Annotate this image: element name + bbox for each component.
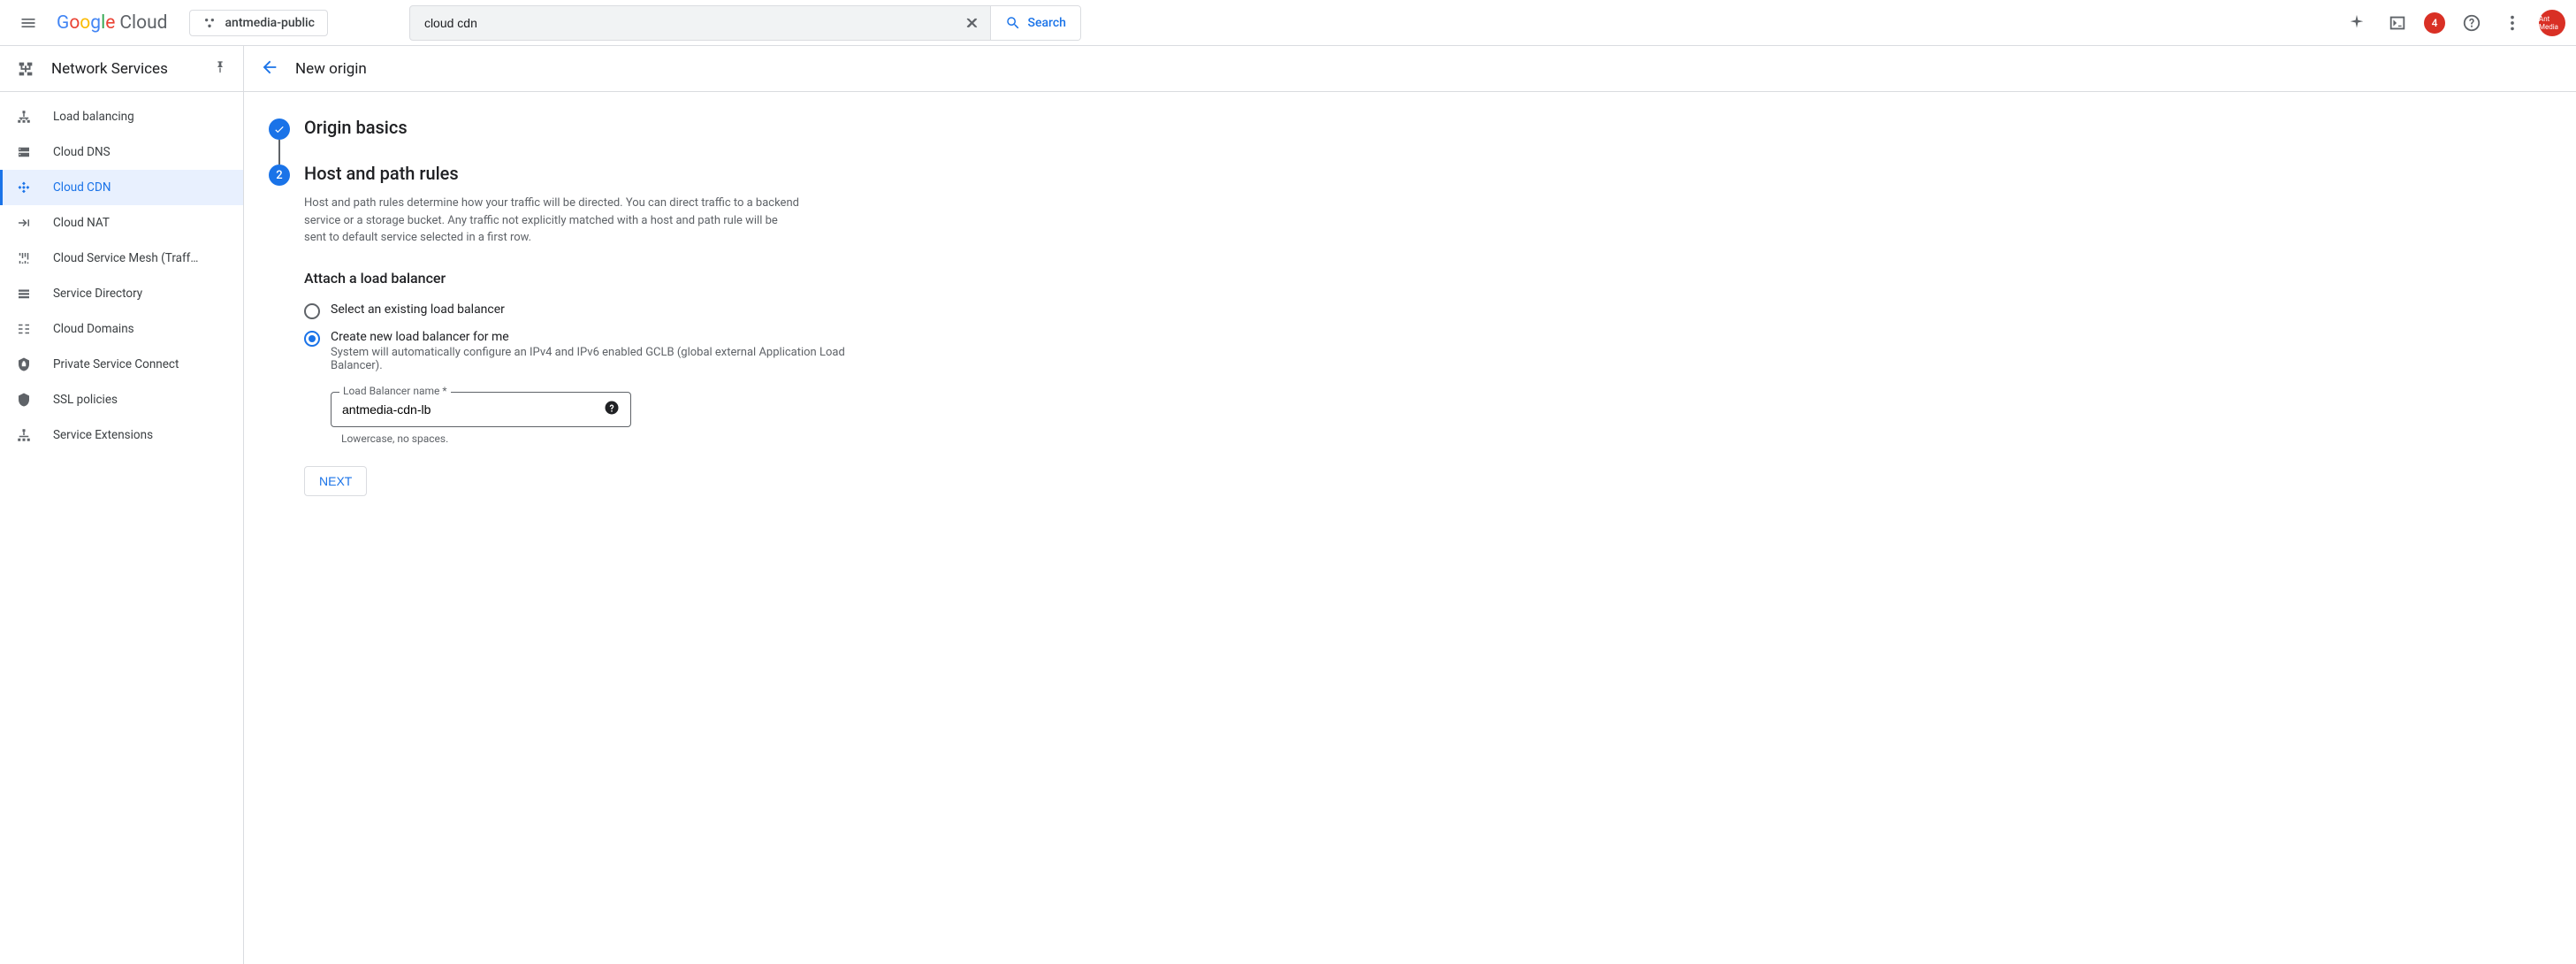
menu-button[interactable]	[11, 5, 46, 41]
lb-name-input[interactable]	[342, 402, 604, 417]
next-button[interactable]: NEXT	[304, 466, 367, 496]
radio-input	[304, 303, 320, 319]
page-header: New origin	[244, 46, 2576, 92]
load-balancing-icon	[16, 109, 32, 125]
back-button[interactable]	[260, 57, 279, 80]
notifications-badge[interactable]: 4	[2424, 12, 2445, 34]
mesh-icon	[16, 250, 32, 266]
hamburger-icon	[19, 14, 37, 32]
step-host-path-rules: 2 Host and path rules Host and path rule…	[269, 163, 891, 517]
sidebar-header: Network Services	[0, 46, 243, 92]
help-icon	[2462, 13, 2481, 33]
domains-icon	[16, 321, 32, 337]
radio-existing-lb[interactable]: Select an existing load balancer	[304, 302, 891, 319]
more-vert-icon	[2503, 13, 2522, 33]
extensions-icon	[16, 427, 32, 443]
gemini-button[interactable]	[2343, 9, 2371, 37]
sidebar: Network Services Load balancing Cloud DN…	[0, 46, 244, 964]
step2-marker: 2	[269, 164, 290, 186]
lb-name-label: Load Balancer name *	[339, 385, 451, 397]
step2-title: Host and path rules	[304, 163, 891, 184]
nav-cloud-nat[interactable]: Cloud NAT	[0, 205, 243, 241]
step-origin-basics: Origin basics	[269, 117, 891, 163]
lb-name-hint: Lowercase, no spaces.	[341, 432, 631, 445]
nav-cloud-domains[interactable]: Cloud Domains	[0, 311, 243, 347]
lb-name-help[interactable]	[604, 400, 620, 419]
nav-service-directory[interactable]: Service Directory	[0, 276, 243, 311]
sidebar-title: Network Services	[51, 60, 197, 78]
searchbox: Search	[409, 5, 1081, 41]
dns-icon	[16, 144, 32, 160]
search-icon	[1005, 15, 1021, 31]
help-button[interactable]	[2458, 9, 2486, 37]
sparkle-icon	[2347, 13, 2366, 33]
cloud-shell-button[interactable]	[2383, 9, 2412, 37]
attach-lb-title: Attach a load balancer	[304, 270, 891, 287]
nav-ssl-policies[interactable]: SSL policies	[0, 382, 243, 417]
nav-service-mesh[interactable]: Cloud Service Mesh (Traff…	[0, 241, 243, 276]
topbar: Google Cloud antmedia-public Search 4 An…	[0, 0, 2576, 46]
sidebar-nav: Load balancing Cloud DNS Cloud CDN Cloud…	[0, 92, 243, 460]
nav-load-balancing[interactable]: Load balancing	[0, 99, 243, 134]
account-avatar[interactable]: Ant Media	[2539, 10, 2565, 36]
google-cloud-logo[interactable]: Google Cloud	[57, 12, 168, 34]
nat-icon	[16, 215, 32, 231]
more-button[interactable]	[2498, 9, 2526, 37]
ssl-icon	[16, 392, 32, 408]
arrow-back-icon	[260, 57, 279, 77]
step1-title: Origin basics	[304, 117, 891, 138]
step1-marker[interactable]	[269, 119, 290, 140]
step2-description: Host and path rules determine how your t…	[304, 195, 799, 247]
nav-cloud-cdn[interactable]: Cloud CDN	[0, 170, 243, 205]
search-clear-button[interactable]	[955, 6, 990, 40]
nav-service-extensions[interactable]: Service Extensions	[0, 417, 243, 453]
pin-button[interactable]	[213, 60, 227, 78]
close-icon	[964, 15, 980, 31]
pin-icon	[213, 60, 227, 74]
terminal-icon	[2388, 13, 2407, 33]
help-filled-icon	[604, 400, 620, 416]
search-button[interactable]: Search	[990, 6, 1080, 40]
topbar-right: 4 Ant Media	[2343, 9, 2565, 37]
radio-input	[304, 331, 320, 347]
nav-private-service-connect[interactable]: Private Service Connect	[0, 347, 243, 382]
stepper: Origin basics 2 Host and path rules Host…	[244, 92, 916, 542]
search-input[interactable]	[410, 6, 955, 40]
project-picker[interactable]: antmedia-public	[189, 10, 328, 36]
project-picker-icon	[202, 16, 217, 30]
psc-icon	[16, 356, 32, 372]
main: New origin Origin basics 2 Host and path…	[244, 46, 2576, 964]
radio-create-lb[interactable]: Create new load balancer for me System w…	[304, 330, 891, 372]
lb-radio-group: Select an existing load balancer Create …	[304, 302, 891, 372]
directory-icon	[16, 286, 32, 302]
nav-cloud-dns[interactable]: Cloud DNS	[0, 134, 243, 170]
project-name: antmedia-public	[225, 16, 315, 30]
page-title: New origin	[295, 60, 367, 78]
lb-name-field: Load Balancer name * Lowercase, no space…	[331, 392, 631, 445]
cdn-icon	[16, 180, 32, 195]
check-icon	[273, 123, 286, 135]
network-services-icon	[16, 59, 35, 79]
